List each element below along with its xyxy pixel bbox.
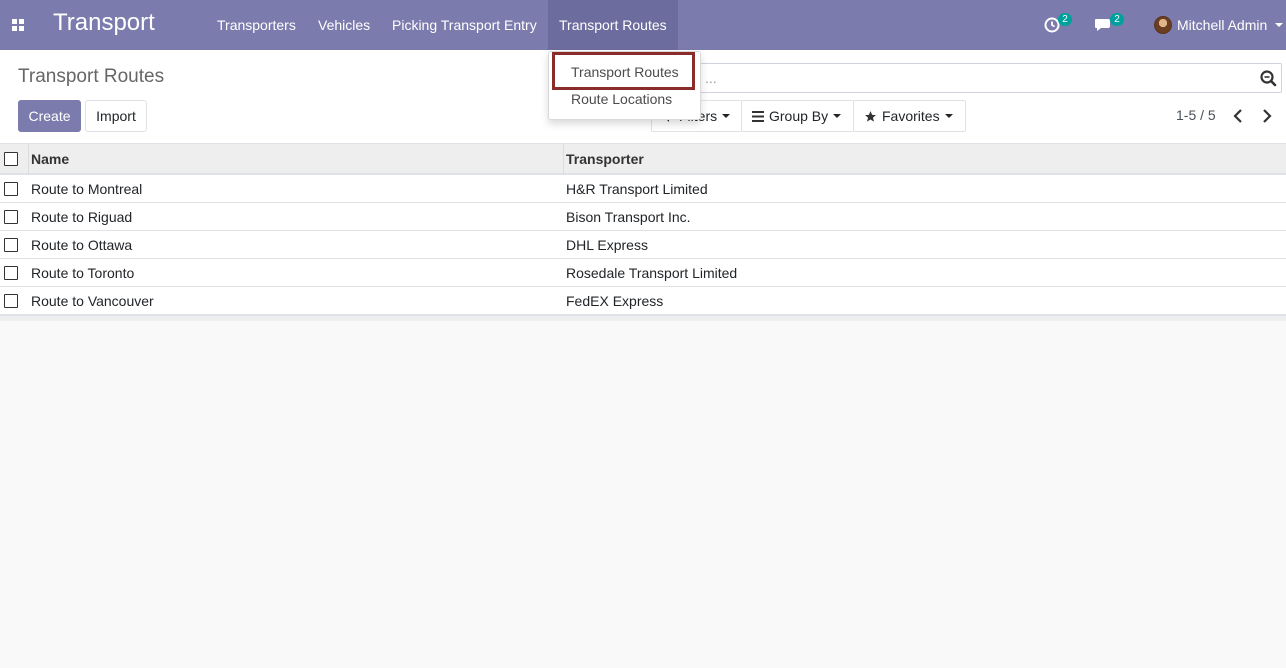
activity-count-badge: 2 xyxy=(1058,13,1072,26)
group-by-caret-icon xyxy=(833,114,842,118)
table-row[interactable]: Route to Riguad Bison Transport Inc. xyxy=(0,203,1286,231)
row-checkbox[interactable] xyxy=(4,294,18,308)
route-name-cell: Route to Riguad xyxy=(31,209,133,225)
search-icon[interactable] xyxy=(1259,69,1277,87)
user-menu-caret-icon[interactable] xyxy=(1275,23,1283,27)
app-brand[interactable]: Transport xyxy=(53,9,155,37)
apps-menu-icon[interactable] xyxy=(0,0,36,50)
table-row[interactable]: Route to Toronto Rosedale Transport Limi… xyxy=(0,259,1286,287)
dropdown-item-route-locations[interactable]: Route Locations xyxy=(571,91,672,107)
filters-caret-icon xyxy=(722,114,731,118)
breadcrumb: Transport Routes xyxy=(18,66,165,87)
column-separator xyxy=(28,144,29,175)
favorites-button[interactable]: Favorites xyxy=(853,100,966,132)
import-button[interactable]: Import xyxy=(85,100,147,132)
menu-transport-routes[interactable]: Transport Routes xyxy=(548,0,678,50)
table-row[interactable]: Route to Ottawa DHL Express xyxy=(0,231,1286,259)
route-name-cell: Route to Montreal xyxy=(31,181,143,197)
select-all-checkbox[interactable] xyxy=(4,152,18,166)
menu-transporters[interactable]: Transporters xyxy=(217,0,296,50)
menu-picking-transport-entry[interactable]: Picking Transport Entry xyxy=(392,0,537,50)
pager-value[interactable]: 1-5 / 5 xyxy=(1176,107,1216,123)
group-by-label: Group By xyxy=(769,108,829,124)
transporter-cell: Rosedale Transport Limited xyxy=(566,265,738,281)
messages-count-badge: 2 xyxy=(1110,13,1124,26)
column-header-name[interactable]: Name xyxy=(31,151,69,167)
menu-vehicles[interactable]: Vehicles xyxy=(318,0,370,50)
list-view: Name Transporter Route to Montreal H&R T… xyxy=(0,144,1286,321)
transporter-cell: H&R Transport Limited xyxy=(566,181,708,197)
search-input[interactable]: ... xyxy=(652,63,1282,93)
dropdown-item-transport-routes[interactable]: Transport Routes xyxy=(571,64,679,80)
row-checkbox[interactable] xyxy=(4,266,18,280)
row-checkbox[interactable] xyxy=(4,210,18,224)
route-name-cell: Route to Vancouver xyxy=(31,293,154,309)
table-footer xyxy=(0,315,1286,321)
table-row[interactable]: Route to Vancouver FedEX Express xyxy=(0,287,1286,315)
route-name-cell: Route to Toronto xyxy=(31,265,135,281)
pager-next-icon[interactable] xyxy=(1260,108,1274,124)
column-header-transporter[interactable]: Transporter xyxy=(566,151,644,167)
table-header: Name Transporter xyxy=(0,144,1286,175)
transporter-cell: DHL Express xyxy=(566,237,648,253)
favorites-caret-icon xyxy=(944,114,953,118)
table-row[interactable]: Route to Montreal H&R Transport Limited xyxy=(0,175,1286,203)
top-navbar: Transport Transporters Vehicles Picking … xyxy=(0,0,1286,50)
pager-previous-icon[interactable] xyxy=(1231,108,1245,124)
user-menu[interactable]: Mitchell Admin xyxy=(1177,0,1267,50)
route-name-cell: Route to Ottawa xyxy=(31,237,133,253)
transporter-cell: FedEX Express xyxy=(566,293,664,309)
group-by-button[interactable]: Group By xyxy=(741,100,854,132)
user-avatar[interactable] xyxy=(1154,16,1172,34)
group-by-bars-icon xyxy=(752,110,764,122)
star-icon xyxy=(865,110,876,122)
column-separator xyxy=(563,144,564,175)
row-checkbox[interactable] xyxy=(4,238,18,252)
transporter-cell: Bison Transport Inc. xyxy=(566,209,691,225)
search-placeholder: ... xyxy=(705,70,717,86)
create-button[interactable]: Create xyxy=(18,100,81,132)
favorites-label: Favorites xyxy=(882,108,940,124)
row-checkbox[interactable] xyxy=(4,182,18,196)
transport-routes-dropdown: Transport Routes Route Locations xyxy=(548,51,701,120)
